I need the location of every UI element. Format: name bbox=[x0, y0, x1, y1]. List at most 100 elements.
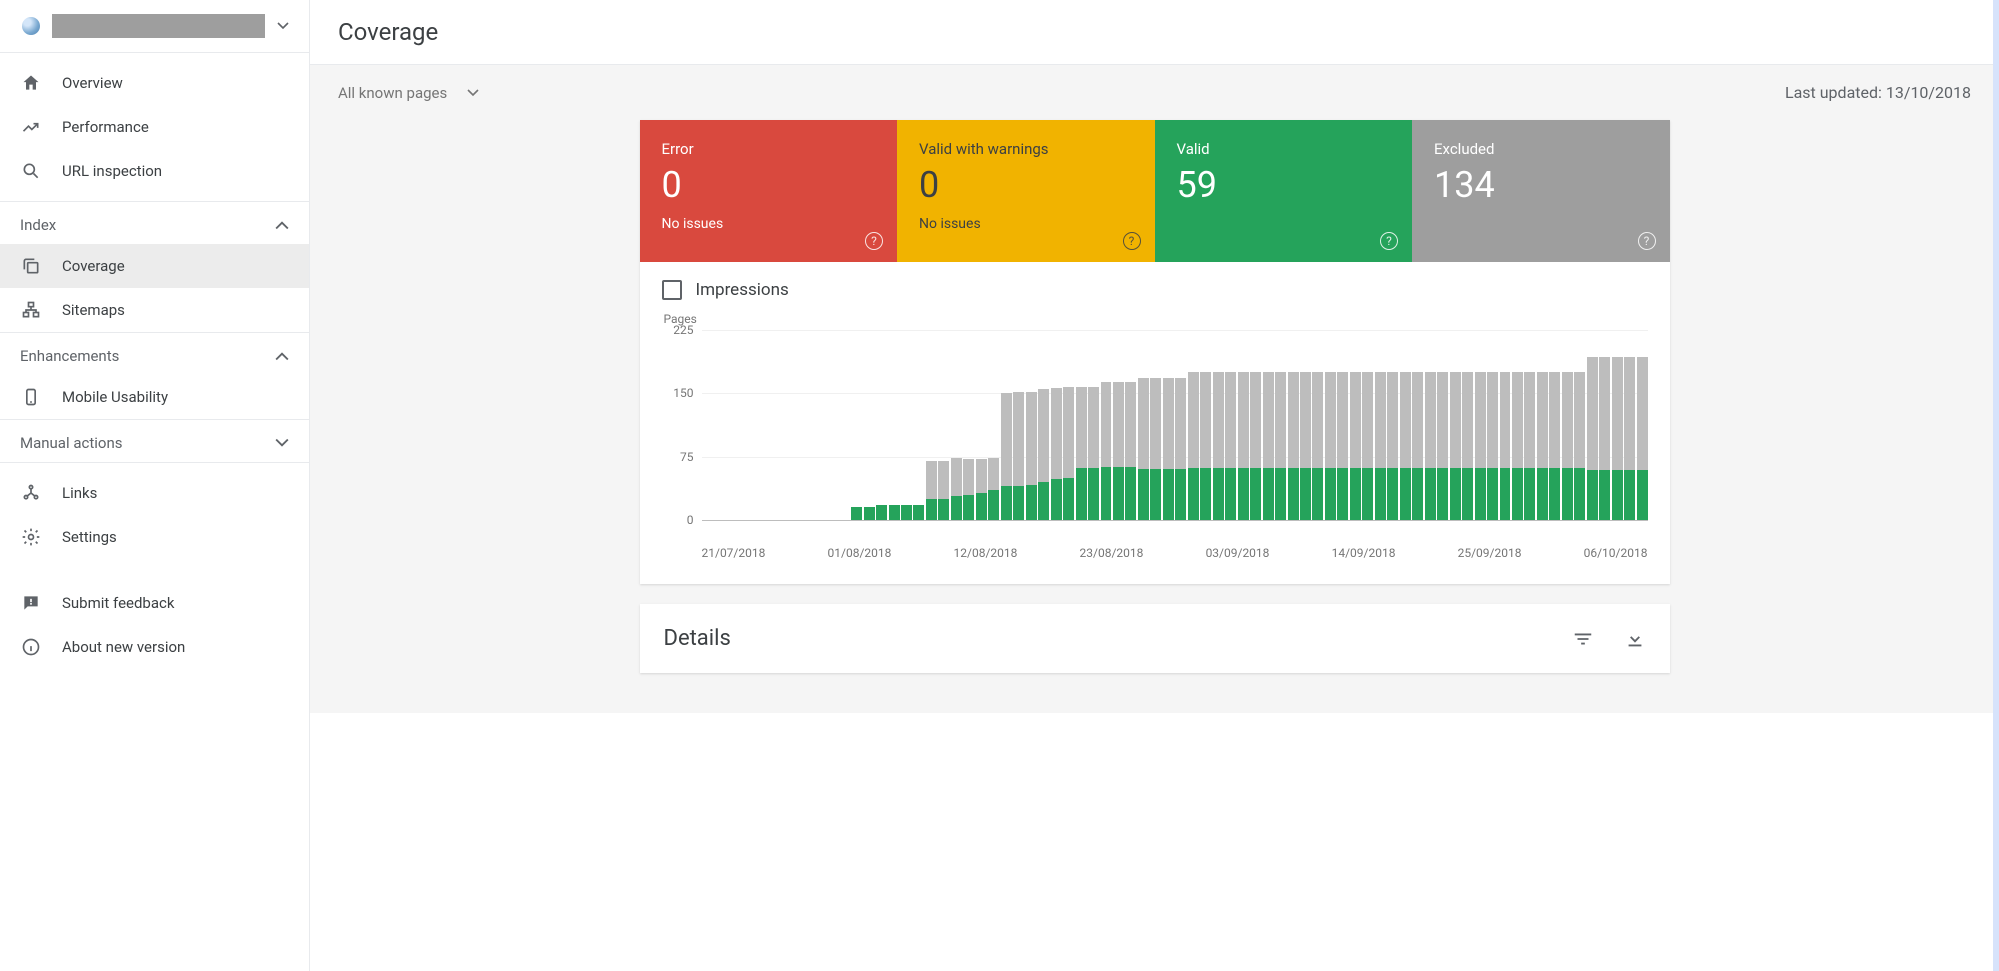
help-icon[interactable]: ? bbox=[865, 232, 883, 250]
status-warn-sub: No issues bbox=[919, 216, 1133, 232]
chart-bar[interactable] bbox=[1549, 372, 1560, 520]
nav-links[interactable]: Links bbox=[0, 471, 309, 515]
download-icon[interactable] bbox=[1624, 628, 1646, 650]
chart-bar[interactable] bbox=[1500, 372, 1511, 520]
chart-bar[interactable] bbox=[1001, 393, 1012, 520]
chart-bar[interactable] bbox=[1637, 357, 1648, 520]
status-card-valid[interactable]: Valid 59 ? bbox=[1155, 120, 1413, 262]
chart-bar[interactable] bbox=[1450, 372, 1461, 520]
nav-submit-feedback[interactable]: Submit feedback bbox=[0, 581, 309, 625]
chevron-down-icon bbox=[275, 438, 289, 448]
status-card-warnings[interactable]: Valid with warnings 0 No issues ? bbox=[897, 120, 1155, 262]
nav-url-inspection[interactable]: URL inspection bbox=[0, 149, 309, 193]
chart-bar[interactable] bbox=[1163, 378, 1174, 520]
chart-bar[interactable] bbox=[1512, 372, 1523, 520]
chart-bar[interactable] bbox=[1524, 372, 1535, 520]
chart-bar[interactable] bbox=[1387, 372, 1398, 520]
x-tick: 14/09/2018 bbox=[1332, 546, 1396, 560]
status-card-error[interactable]: Error 0 No issues ? bbox=[640, 120, 898, 262]
nav-settings-label: Settings bbox=[62, 528, 117, 546]
help-icon[interactable]: ? bbox=[1123, 232, 1141, 250]
chart-bar[interactable] bbox=[1225, 372, 1236, 520]
chart-bar[interactable] bbox=[1375, 372, 1386, 520]
nav-header-index[interactable]: Index bbox=[0, 202, 309, 244]
status-card-excluded[interactable]: Excluded 134 ? bbox=[1412, 120, 1670, 262]
chart-bar[interactable] bbox=[938, 461, 949, 520]
chart-bar[interactable] bbox=[1325, 372, 1336, 520]
chart-bar[interactable] bbox=[1537, 372, 1548, 520]
chart-bar[interactable] bbox=[951, 458, 962, 520]
nav-performance[interactable]: Performance bbox=[0, 105, 309, 149]
nav-coverage[interactable]: Coverage bbox=[0, 244, 309, 288]
chart-bar[interactable] bbox=[1175, 378, 1186, 520]
chart-bar[interactable] bbox=[1125, 382, 1136, 520]
chart-bar[interactable] bbox=[1599, 357, 1610, 520]
chart-bar[interactable] bbox=[1263, 372, 1274, 520]
nav-about-new-version[interactable]: About new version bbox=[0, 625, 309, 669]
impressions-label: Impressions bbox=[696, 280, 789, 300]
nav-mobile-usability[interactable]: Mobile Usability bbox=[0, 375, 309, 419]
chart-bar[interactable] bbox=[1188, 372, 1199, 520]
filter-dropdown[interactable]: All known pages bbox=[338, 84, 479, 102]
chart-bar[interactable] bbox=[1200, 372, 1211, 520]
chevron-up-icon bbox=[275, 351, 289, 361]
chart-bar[interactable] bbox=[1574, 372, 1585, 520]
chart-bar[interactable] bbox=[1013, 392, 1024, 520]
status-excluded-label: Excluded bbox=[1434, 140, 1648, 158]
chart-bar[interactable] bbox=[1362, 372, 1373, 520]
chart-bar[interactable] bbox=[1624, 357, 1635, 520]
help-icon[interactable]: ? bbox=[1380, 232, 1398, 250]
chart-bar[interactable] bbox=[1350, 372, 1361, 520]
chart-bar[interactable] bbox=[864, 507, 875, 520]
chart-bar[interactable] bbox=[1038, 389, 1049, 520]
chart-bar[interactable] bbox=[1275, 372, 1286, 520]
help-icon[interactable]: ? bbox=[1638, 232, 1656, 250]
chart-bar[interactable] bbox=[1612, 357, 1623, 520]
chart-bar[interactable] bbox=[1063, 387, 1074, 520]
last-updated: Last updated: 13/10/2018 bbox=[1785, 83, 1971, 102]
chart-bar[interactable] bbox=[1400, 372, 1411, 520]
chart-bar[interactable] bbox=[1487, 372, 1498, 520]
chart-bar[interactable] bbox=[1587, 357, 1598, 520]
chart-bar[interactable] bbox=[1026, 392, 1037, 520]
chart-bar[interactable] bbox=[1238, 372, 1249, 520]
chart-bar[interactable] bbox=[1101, 382, 1112, 520]
chart-bar[interactable] bbox=[1213, 372, 1224, 520]
chart-bar[interactable] bbox=[851, 507, 862, 520]
sitemap-icon bbox=[20, 300, 42, 320]
chart-bar[interactable] bbox=[926, 461, 937, 520]
chart-bar[interactable] bbox=[876, 505, 887, 520]
chart-bar[interactable] bbox=[1412, 372, 1423, 520]
chart-bar[interactable] bbox=[988, 458, 999, 520]
chart-bar[interactable] bbox=[1462, 372, 1473, 520]
nav-sitemaps[interactable]: Sitemaps bbox=[0, 288, 309, 332]
nav-links-label: Links bbox=[62, 484, 97, 502]
nav-overview[interactable]: Overview bbox=[0, 61, 309, 105]
chart-bar[interactable] bbox=[889, 505, 900, 520]
property-selector[interactable] bbox=[0, 0, 309, 53]
chart-bar[interactable] bbox=[1337, 372, 1348, 520]
chart-bar[interactable] bbox=[1113, 382, 1124, 520]
chart-bar[interactable] bbox=[1076, 387, 1087, 520]
nav-settings[interactable]: Settings bbox=[0, 515, 309, 559]
chart-bar[interactable] bbox=[976, 459, 987, 520]
nav-header-manual-actions[interactable]: Manual actions bbox=[0, 420, 309, 462]
chart-bar[interactable] bbox=[1250, 372, 1261, 520]
chart-bar[interactable] bbox=[1288, 372, 1299, 520]
chart-bar[interactable] bbox=[901, 505, 912, 520]
chart-bar[interactable] bbox=[1088, 387, 1099, 520]
chart-bar[interactable] bbox=[1562, 372, 1573, 520]
chart-bar[interactable] bbox=[913, 505, 924, 520]
chart-bar[interactable] bbox=[1150, 378, 1161, 520]
chart-bar[interactable] bbox=[1437, 372, 1448, 520]
chart-bar[interactable] bbox=[1051, 388, 1062, 520]
impressions-checkbox[interactable] bbox=[662, 280, 682, 300]
chart-bar[interactable] bbox=[1138, 378, 1149, 520]
chart-bar[interactable] bbox=[1312, 372, 1323, 520]
chart-bar[interactable] bbox=[963, 459, 974, 520]
nav-header-enhancements[interactable]: Enhancements bbox=[0, 333, 309, 375]
filter-list-icon[interactable] bbox=[1572, 628, 1594, 650]
chart-bar[interactable] bbox=[1475, 372, 1486, 520]
chart-bar[interactable] bbox=[1425, 372, 1436, 520]
chart-bar[interactable] bbox=[1300, 372, 1311, 520]
